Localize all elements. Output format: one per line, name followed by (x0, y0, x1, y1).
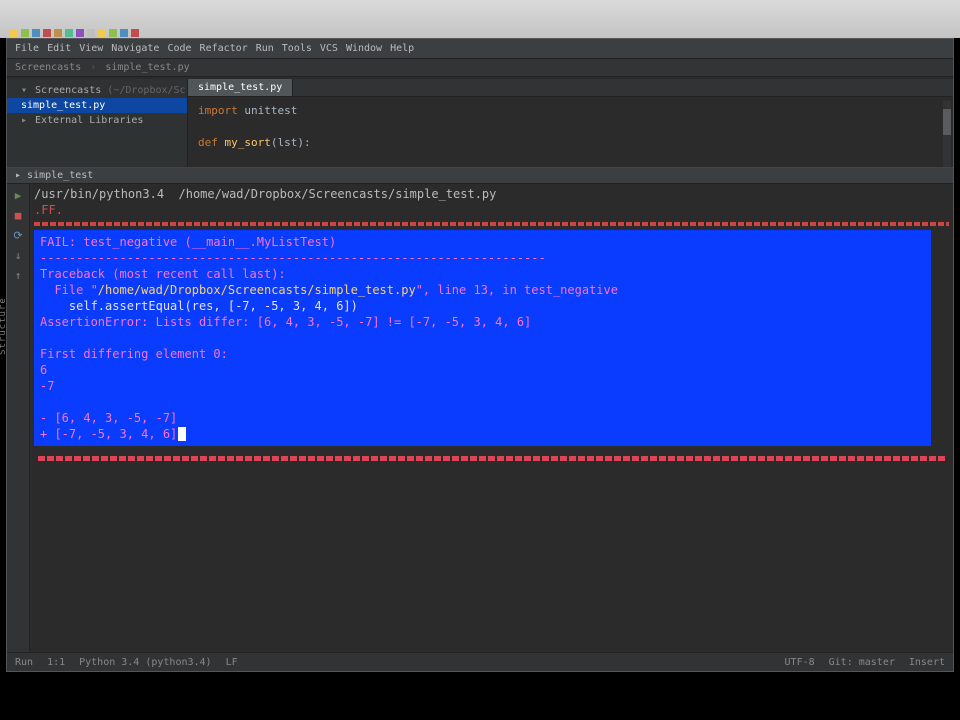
editor-tabs[interactable]: simple_test.py (188, 79, 953, 97)
text-cursor (178, 427, 186, 441)
status-line-col: 1:1 (47, 657, 65, 668)
diff-b: -7 (40, 378, 925, 394)
selected-text-block[interactable]: FAIL: test_negative (__main__.MyListTest… (34, 230, 931, 446)
os-taskbar-icons (10, 29, 139, 37)
menu-edit[interactable]: Edit (47, 43, 71, 54)
assertion-error: AssertionError: Lists differ: [6, 4, 3, … (40, 314, 925, 330)
scroll-down-icon[interactable]: ↓ (11, 248, 25, 262)
project-root[interactable]: ▾ Screencasts (~/Dropbox/Screencasts) (7, 83, 187, 98)
separator-bar (34, 222, 949, 226)
traceback-code: self.assertEqual(res, [-7, -5, 3, 4, 6]) (40, 298, 925, 314)
project-file-selected[interactable]: simple_test.py (7, 98, 187, 113)
diff-list-b: + [-7, -5, 3, 4, 6] (40, 426, 925, 442)
scroll-up-icon[interactable]: ↑ (11, 268, 25, 282)
console-command: /usr/bin/python3.4 /home/wad/Dropbox/Scr… (34, 186, 949, 202)
code-func: my_sort (225, 136, 271, 149)
breadcrumb-part-project[interactable]: Screencasts (15, 62, 81, 73)
console-progress: .FF. (34, 202, 949, 218)
menu-refactor[interactable]: Refactor (200, 43, 248, 54)
breadcrumb[interactable]: Screencasts › simple_test.py (7, 59, 953, 77)
chevron-right-icon: › (90, 62, 96, 73)
status-run[interactable]: Run (15, 657, 33, 668)
status-python[interactable]: Python 3.4 (python3.4) (79, 657, 211, 668)
ide-window: File Edit View Navigate Code Refactor Ru… (6, 38, 954, 672)
menu-help[interactable]: Help (390, 43, 414, 54)
external-libraries-label: External Libraries (35, 115, 143, 126)
os-taskbar (0, 0, 960, 38)
editor-tab-active[interactable]: simple_test.py (188, 79, 293, 96)
menu-vcs[interactable]: VCS (320, 43, 338, 54)
run-tab-label: simple_test (27, 170, 93, 181)
rerun-icon[interactable]: ▶ (11, 188, 25, 202)
code-text: (lst): (271, 136, 311, 149)
run-tool-window[interactable]: ▸ simple_test ▶ ■ ⟳ ↓ ↑ /usr/bin/python3… (7, 167, 953, 653)
editor-tab-label: simple_test.py (198, 82, 282, 93)
main-menu[interactable]: File Edit View Navigate Code Refactor Ru… (7, 39, 953, 59)
diff-a: 6 (40, 362, 925, 378)
project-root-label: Screencasts (35, 85, 101, 96)
run-tab[interactable]: ▸ simple_test (7, 168, 953, 184)
stop-icon[interactable]: ■ (11, 208, 25, 222)
code-keyword: import (198, 104, 238, 117)
restart-icon[interactable]: ⟳ (11, 228, 25, 242)
status-encoding[interactable]: UTF-8 (785, 657, 815, 668)
code-text: unittest (238, 104, 298, 117)
separator-bar (38, 456, 945, 461)
console-output[interactable]: /usr/bin/python3.4 /home/wad/Dropbox/Scr… (30, 184, 953, 653)
tree-expand-icon[interactable]: ▾ (21, 85, 29, 96)
menu-view[interactable]: View (79, 43, 103, 54)
status-bar: Run 1:1 Python 3.4 (python3.4) LF UTF-8 … (7, 652, 953, 671)
diff-list-a: - [6, 4, 3, -5, -7] (40, 410, 925, 426)
menu-code[interactable]: Code (167, 43, 191, 54)
code-keyword: def (198, 136, 225, 149)
status-lf[interactable]: LF (226, 657, 238, 668)
tree-expand-icon[interactable]: ▸ (21, 115, 29, 126)
fail-header: FAIL: test_negative (__main__.MyListTest… (40, 234, 925, 250)
status-git[interactable]: Git: master (829, 657, 895, 668)
menu-navigate[interactable]: Navigate (111, 43, 159, 54)
editor-code[interactable]: import unittest def my_sort(lst): (188, 97, 953, 157)
traceback-head: Traceback (most recent call last): (40, 266, 925, 282)
menu-tools[interactable]: Tools (282, 43, 312, 54)
run-gutter: ▶ ■ ⟳ ↓ ↑ (7, 184, 30, 653)
traceback-file: File "/home/wad/Dropbox/Screencasts/simp… (40, 282, 925, 298)
dash-line: ----------------------------------------… (40, 250, 925, 266)
project-root-hint: (~/Dropbox/Screencasts) (107, 85, 188, 96)
menu-file[interactable]: File (15, 43, 39, 54)
menu-run[interactable]: Run (256, 43, 274, 54)
scrollbar-thumb[interactable] (943, 109, 951, 135)
first-diff-label: First differing element 0: (40, 346, 925, 362)
external-libraries[interactable]: ▸ External Libraries (7, 113, 187, 128)
status-insert: Insert (909, 657, 945, 668)
breadcrumb-part-file[interactable]: simple_test.py (105, 62, 189, 73)
structure-tool-button[interactable]: Structure (0, 297, 8, 355)
project-file-label: simple_test.py (21, 100, 105, 111)
menu-window[interactable]: Window (346, 43, 382, 54)
